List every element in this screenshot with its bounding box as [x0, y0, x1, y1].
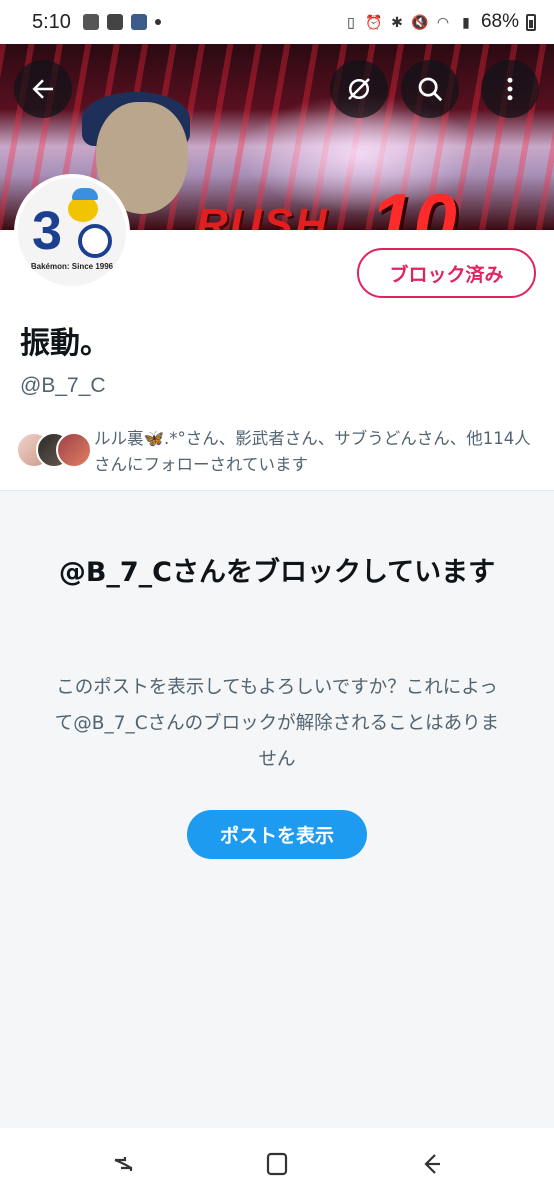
alarm-icon: ⏰ — [365, 13, 383, 30]
more-vertical-icon — [507, 77, 513, 101]
more-button[interactable] — [481, 60, 539, 118]
battery-icon — [526, 13, 536, 31]
battery-saver-icon: ▯ — [347, 13, 355, 30]
signal-icon: ▮ — [462, 13, 470, 30]
system-icons: ▯ ⏰ ✱ 🔇 ◠ ▮ 68% — [343, 11, 536, 33]
follower-avatars — [16, 426, 92, 468]
banner-number-text: 10 — [370, 177, 457, 230]
mute-icon: 🔇 — [411, 13, 429, 30]
bluetooth-icon: ✱ — [391, 13, 403, 30]
battery-percent: 68% — [480, 11, 519, 32]
home-button[interactable] — [257, 1146, 297, 1182]
avatar-logo: 3 Bakémon: Since 1996 — [18, 178, 126, 286]
photo-icon — [82, 14, 99, 30]
blocked-button[interactable]: ブロック済み — [357, 248, 536, 298]
notification-icons — [82, 14, 161, 30]
home-icon — [266, 1152, 288, 1176]
followed-by[interactable]: ルル裏🦋.*°さん、影武者さん、サブうどんさん、他114人さんにフォローされてい… — [16, 426, 541, 478]
hat-shape — [72, 188, 98, 200]
status-bar: 5:10 ▯ ⏰ ✱ 🔇 ◠ ▮ 68% — [0, 0, 554, 44]
followed-by-text: ルル裏🦋.*°さん、影武者さん、サブうどんさん、他114人さんにフォローされてい… — [94, 429, 531, 474]
follower-avatar — [56, 432, 92, 468]
show-post-button[interactable]: ポストを表示 — [187, 810, 367, 859]
grok-button[interactable] — [330, 60, 388, 118]
grok-icon — [348, 78, 370, 100]
search-button[interactable] — [401, 60, 459, 118]
status-time: 5:10 — [32, 10, 71, 33]
wifi-icon: ◠ — [436, 13, 450, 30]
back-button[interactable] — [14, 60, 72, 118]
display-name: 振動。 — [20, 326, 110, 361]
system-back-button[interactable] — [412, 1146, 452, 1182]
search-icon — [418, 77, 443, 102]
system-nav-bar — [0, 1128, 554, 1200]
avatar-caption: Bakémon: Since 1996 — [30, 262, 114, 271]
back-icon — [424, 1154, 440, 1174]
recents-button[interactable] — [103, 1146, 143, 1182]
avatar-number: 3 — [32, 201, 63, 261]
blocked-title: @B_7_Cさんをブロックしています — [58, 557, 496, 588]
recents-icon — [114, 1157, 133, 1171]
user-handle: @B_7_C — [20, 374, 106, 397]
avatar[interactable]: 3 Bakémon: Since 1996 — [14, 174, 130, 290]
more-notifications-dot — [154, 19, 161, 25]
game-icon — [130, 14, 147, 30]
arrow-left-icon — [32, 79, 53, 99]
banner-rush-text: RUSH — [196, 200, 329, 230]
pokeball-shape — [78, 224, 112, 258]
blocked-description: このポストを表示してもよろしいですか？これによって@B_7_Cさんのブロックが解… — [54, 677, 500, 770]
settings-app-icon — [106, 14, 123, 30]
